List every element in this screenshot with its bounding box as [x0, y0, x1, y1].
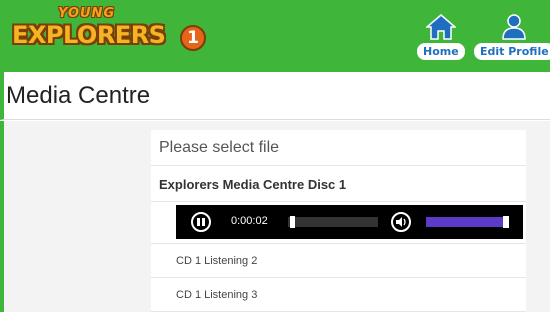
- logo-young-text: YOUNG: [58, 6, 116, 21]
- user-icon: [502, 14, 527, 40]
- young-explorers-logo: YOUNG EXPLORERS 1: [8, 6, 218, 64]
- seek-bar[interactable]: [288, 216, 378, 228]
- seek-thumb[interactable]: [290, 216, 295, 228]
- volume-slider[interactable]: [426, 216, 509, 228]
- logo-level-badge: 1: [180, 25, 206, 51]
- home-icon: [425, 14, 456, 40]
- media-panel: Please select file Explorers Media Centr…: [151, 130, 526, 312]
- panel-heading: Please select file: [151, 130, 526, 166]
- title-bar: Media Centre: [0, 72, 550, 120]
- volume-button[interactable]: [391, 212, 411, 232]
- page-title: Media Centre: [6, 82, 151, 109]
- logo-explorers-text: EXPLORERS: [12, 21, 166, 49]
- track-item[interactable]: CD 1 Listening 2: [151, 244, 526, 278]
- audio-player: 0:00:02: [176, 205, 523, 239]
- speaker-icon: [396, 217, 406, 227]
- home-label: Home: [417, 43, 465, 60]
- content-area: Please select file Explorers Media Centr…: [0, 121, 550, 312]
- track-item[interactable]: CD 1 Listening 3: [151, 278, 526, 312]
- header-bar: YOUNG EXPLORERS 1 Home Edit Profile: [0, 0, 550, 72]
- audio-player-row: 0:00:02: [151, 202, 526, 244]
- disc-title[interactable]: Explorers Media Centre Disc 1: [151, 166, 526, 202]
- home-button[interactable]: Home: [417, 14, 465, 60]
- edit-profile-label: Edit Profile: [474, 43, 550, 60]
- time-display: 0:00:02: [231, 215, 268, 227]
- edit-profile-button[interactable]: Edit Profile: [474, 14, 550, 60]
- volume-thumb[interactable]: [503, 216, 509, 228]
- pause-button[interactable]: [191, 212, 211, 232]
